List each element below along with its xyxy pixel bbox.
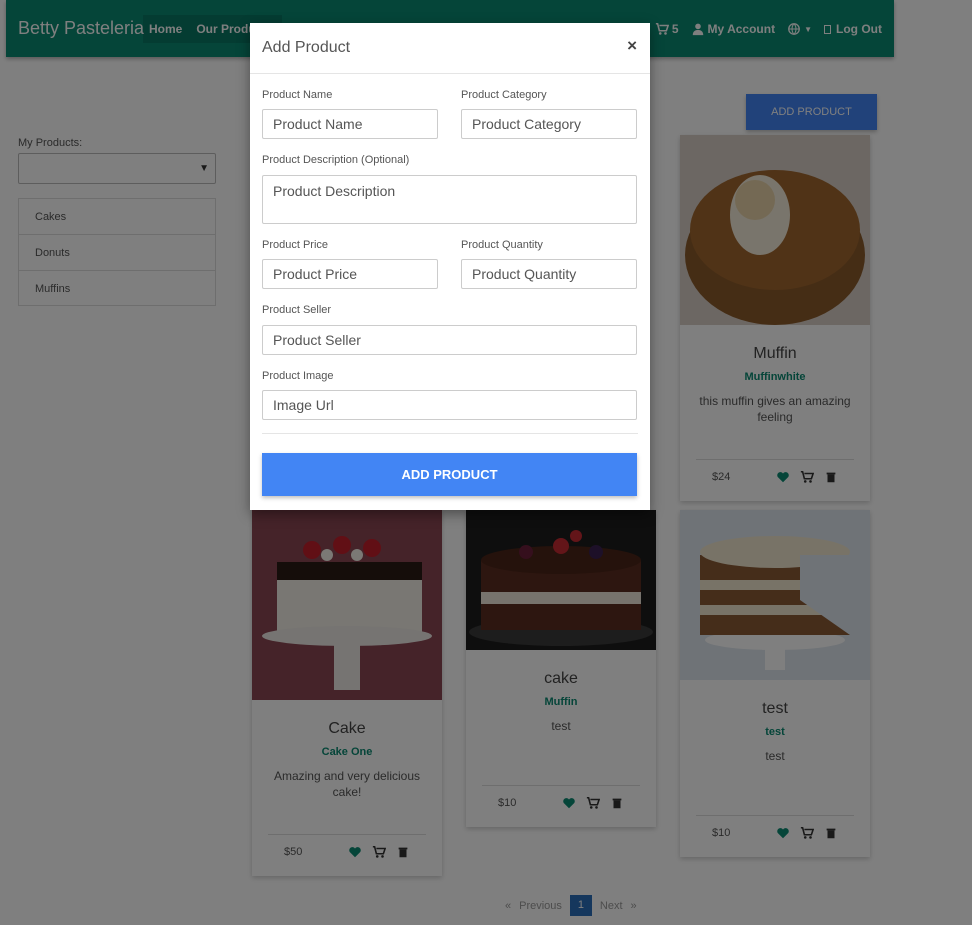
product-seller-label: Product Seller	[262, 304, 332, 316]
product-name-input[interactable]: Product Name	[262, 109, 438, 139]
product-category-input[interactable]: Product Category	[461, 109, 637, 139]
product-category-label: Product Category	[461, 89, 547, 101]
close-icon[interactable]: ×	[627, 36, 637, 56]
modal-divider	[262, 433, 638, 434]
modal-header: Add Product ×	[250, 23, 650, 74]
product-image-label: Product Image	[262, 370, 334, 382]
submit-add-product-button[interactable]: ADD PRODUCT	[262, 453, 637, 496]
image-url-input[interactable]: Image Url	[262, 390, 637, 420]
product-name-label: Product Name	[262, 89, 333, 101]
product-description-label: Product Description (Optional)	[262, 154, 410, 166]
product-quantity-label: Product Quantity	[461, 239, 543, 251]
product-description-textarea[interactable]: Product Description	[262, 175, 637, 224]
add-product-modal: Add Product × Product Name Product Name …	[250, 23, 650, 510]
product-price-label: Product Price	[262, 239, 329, 251]
product-seller-input[interactable]: Product Seller	[262, 325, 637, 355]
product-quantity-input[interactable]: Product Quantity	[461, 259, 637, 289]
modal-title: Add Product	[262, 39, 351, 56]
product-price-input[interactable]: Product Price	[262, 259, 438, 289]
